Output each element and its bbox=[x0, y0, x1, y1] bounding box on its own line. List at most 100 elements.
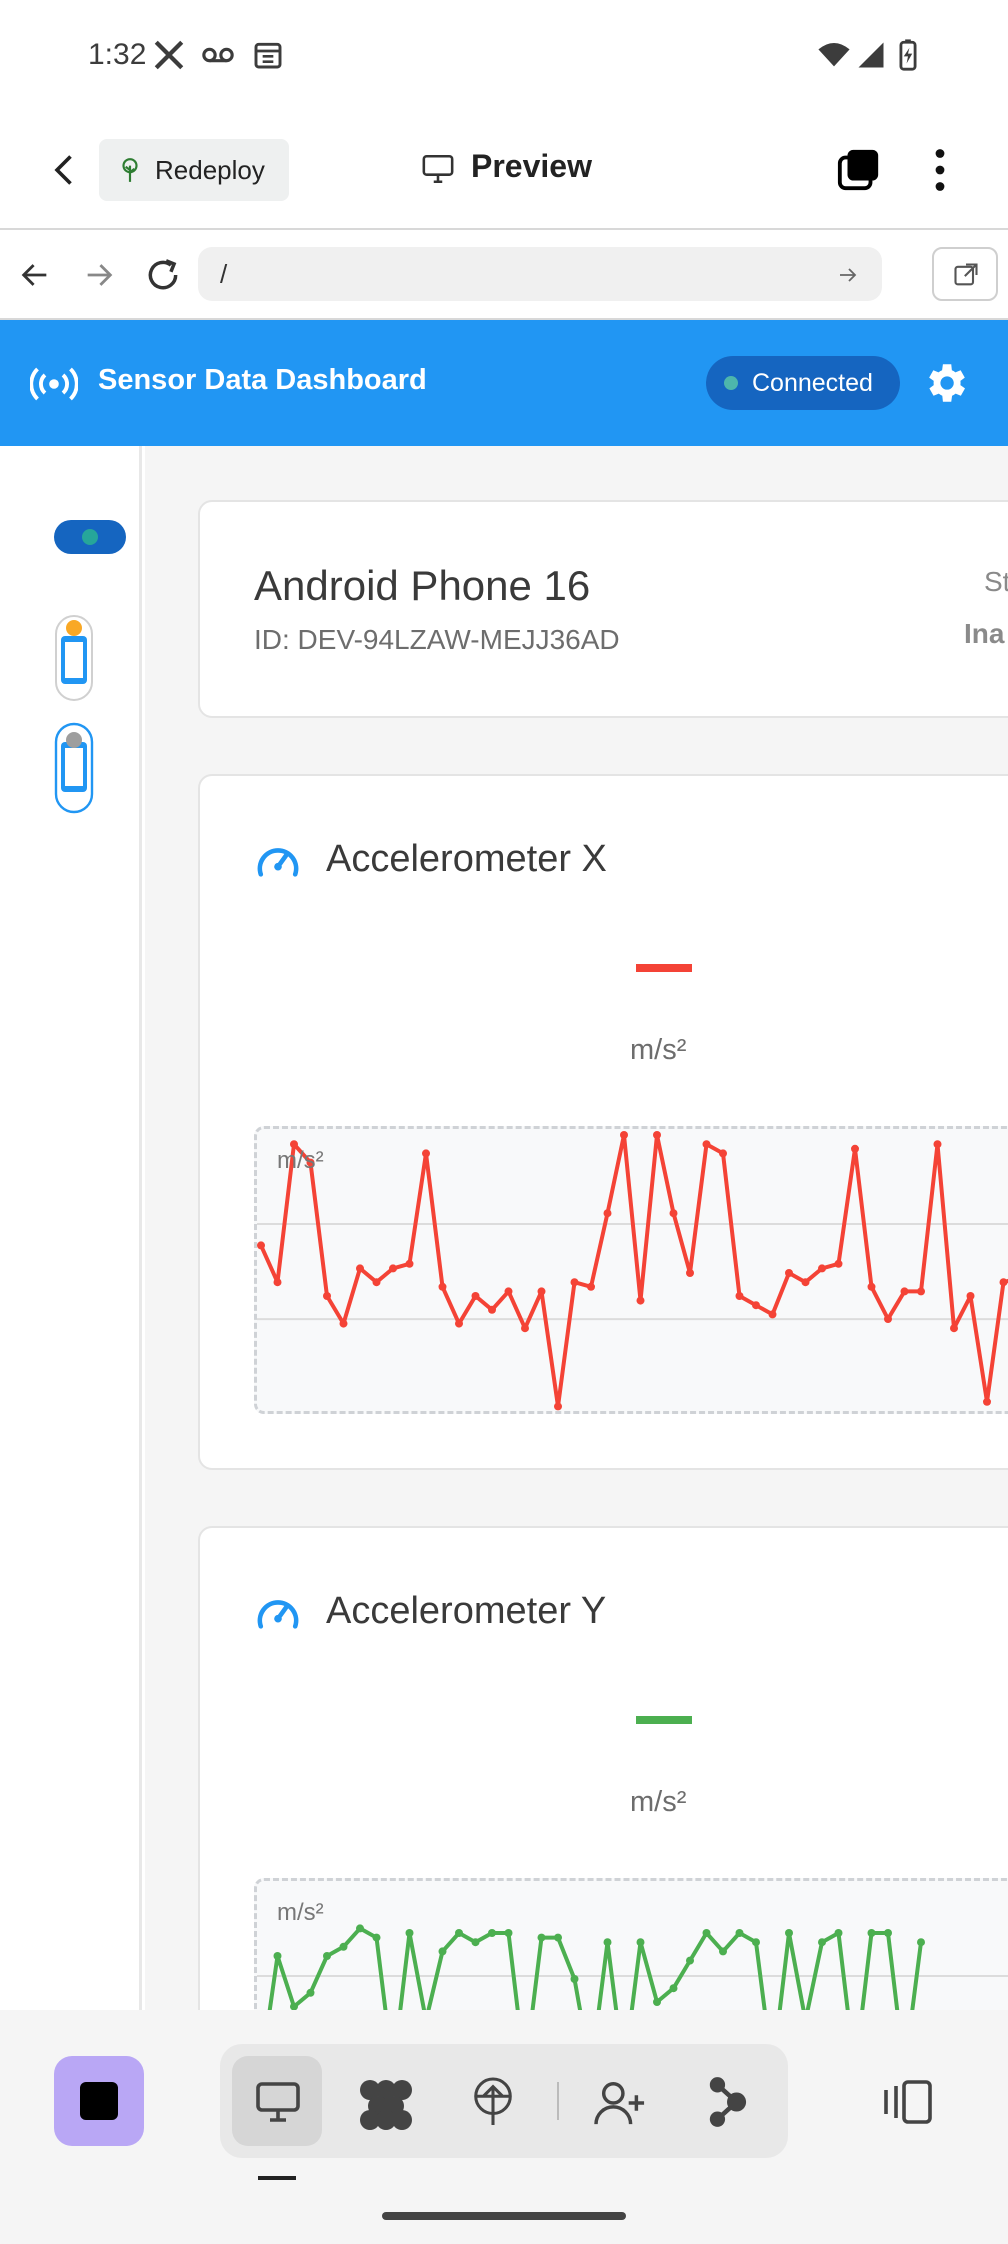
data-point bbox=[785, 1929, 793, 1937]
battery-charging-icon bbox=[899, 39, 917, 71]
redeploy-button[interactable]: Redeploy bbox=[99, 139, 289, 201]
reload-icon[interactable] bbox=[144, 256, 182, 294]
desktop-icon[interactable] bbox=[252, 2080, 304, 2124]
panel-icon[interactable] bbox=[880, 2078, 936, 2126]
data-point bbox=[521, 1324, 529, 1333]
data-point bbox=[818, 1264, 826, 1273]
tree-icon bbox=[122, 158, 138, 182]
data-point bbox=[900, 1287, 909, 1296]
data-point bbox=[570, 1975, 579, 1983]
preview-title: Preview bbox=[471, 148, 592, 184]
data-point bbox=[851, 1144, 859, 1153]
more-vert-icon[interactable] bbox=[928, 148, 952, 192]
monitor-icon bbox=[422, 154, 454, 184]
data-point bbox=[834, 1929, 843, 1937]
wifi-icon bbox=[818, 42, 850, 67]
sidebar-toggle[interactable] bbox=[54, 520, 126, 554]
data-point bbox=[702, 1929, 711, 1937]
nav-active-indicator bbox=[258, 2176, 296, 2180]
nav-back-icon[interactable] bbox=[18, 258, 52, 292]
data-point bbox=[488, 1305, 496, 1314]
device-phone-icon[interactable] bbox=[54, 614, 94, 702]
data-point bbox=[438, 1947, 447, 1956]
data-point bbox=[339, 1319, 348, 1328]
nav-forward-icon[interactable] bbox=[82, 258, 116, 292]
data-point bbox=[603, 1209, 612, 1218]
add-user-icon[interactable] bbox=[594, 2078, 648, 2128]
data-point bbox=[686, 1956, 694, 1965]
device-status-label: St bbox=[984, 566, 1008, 597]
data-point bbox=[884, 1929, 892, 1937]
redeploy-label: Redeploy bbox=[155, 155, 265, 185]
speedometer-icon bbox=[257, 848, 299, 877]
apps-icon[interactable] bbox=[356, 2076, 416, 2132]
data-point bbox=[405, 1929, 414, 1937]
data-point bbox=[735, 1292, 744, 1300]
calendar-icon bbox=[254, 42, 282, 69]
data-point bbox=[719, 1149, 727, 1158]
deploy-icon[interactable] bbox=[470, 2074, 516, 2130]
data-point bbox=[620, 1131, 628, 1139]
sensor-unit: m/s² bbox=[630, 1034, 687, 1066]
data-point bbox=[356, 1924, 364, 1933]
sensor-value-placeholder bbox=[636, 1716, 692, 1724]
sensor-value-placeholder bbox=[636, 964, 692, 972]
data-point bbox=[537, 1933, 546, 1942]
data-point bbox=[554, 1933, 562, 1942]
device-phone-selected-icon[interactable] bbox=[54, 722, 94, 814]
data-point bbox=[488, 1929, 496, 1937]
data-point bbox=[653, 1998, 661, 2006]
back-arrow-icon[interactable] bbox=[48, 152, 84, 188]
data-point bbox=[372, 1278, 381, 1287]
chart-axis-label: m/s² bbox=[277, 1147, 324, 1174]
share-icon[interactable] bbox=[706, 2074, 748, 2130]
stop-button[interactable] bbox=[54, 2056, 144, 2146]
nav-divider bbox=[557, 2082, 559, 2120]
toggle-knob bbox=[82, 529, 98, 545]
open-external-button[interactable] bbox=[932, 247, 998, 301]
x-logo-icon bbox=[154, 40, 184, 70]
data-point bbox=[669, 1209, 678, 1218]
device-status-value: Ina bbox=[964, 618, 1005, 649]
speedometer-icon bbox=[257, 1600, 299, 1629]
data-point bbox=[356, 1264, 364, 1273]
data-point bbox=[702, 1140, 711, 1149]
data-point bbox=[801, 1278, 810, 1287]
sensor-title: Accelerometer X bbox=[326, 838, 607, 880]
data-point bbox=[438, 1282, 447, 1291]
data-point bbox=[504, 1929, 513, 1937]
settings-gear-icon[interactable] bbox=[920, 358, 970, 408]
chart-canvas bbox=[257, 1131, 1008, 1411]
go-arrow-icon[interactable] bbox=[836, 263, 860, 287]
data-point bbox=[636, 1938, 645, 1947]
data-point bbox=[504, 1287, 513, 1296]
data-point bbox=[636, 1296, 645, 1305]
data-point bbox=[471, 1292, 480, 1300]
data-point bbox=[339, 1942, 348, 1951]
data-point bbox=[653, 1131, 661, 1139]
data-point bbox=[372, 1933, 381, 1942]
device-id: ID: DEV-94LZAW-MEJJ36AD bbox=[254, 624, 620, 655]
data-point bbox=[884, 1315, 892, 1323]
data-point bbox=[917, 1938, 925, 1947]
data-point bbox=[752, 1301, 760, 1310]
data-point bbox=[306, 1988, 315, 1997]
stop-icon bbox=[80, 2082, 118, 2120]
data-point bbox=[273, 1278, 282, 1287]
data-point bbox=[999, 1278, 1008, 1287]
url-field[interactable]: / bbox=[198, 247, 882, 301]
series-line bbox=[259, 1133, 1008, 1409]
data-point bbox=[785, 1269, 793, 1277]
tabs-icon[interactable] bbox=[836, 146, 882, 192]
chart-axis-label: m/s² bbox=[277, 1899, 324, 1926]
status-dot bbox=[724, 376, 738, 390]
data-point bbox=[471, 1938, 480, 1947]
signal-icon bbox=[858, 42, 884, 68]
broadcast-icon bbox=[30, 367, 78, 401]
data-point bbox=[389, 1264, 397, 1273]
data-point bbox=[719, 1947, 727, 1956]
url-text: / bbox=[220, 259, 228, 289]
data-point bbox=[768, 1310, 777, 1319]
data-point bbox=[834, 1259, 843, 1268]
sensor-chart: m/s² bbox=[254, 1126, 1008, 1414]
